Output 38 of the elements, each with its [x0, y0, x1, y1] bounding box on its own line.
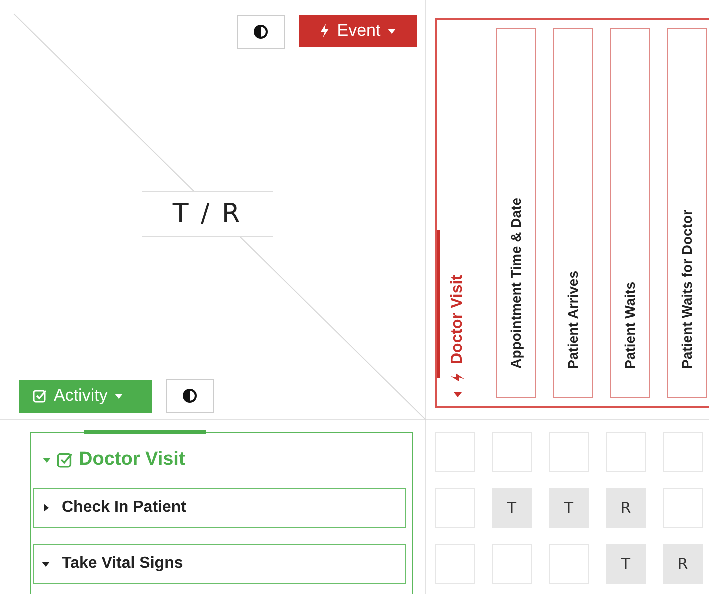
activity-item[interactable]: Take Vital Signs: [33, 544, 406, 584]
event-button[interactable]: Event: [299, 15, 417, 47]
matrix-cell[interactable]: [663, 432, 703, 472]
checkbox-icon: [57, 452, 73, 468]
caret-down-icon: [42, 560, 50, 568]
activity-item[interactable]: Check In Patient: [33, 488, 406, 528]
event-group-header[interactable]: Doctor Visit: [449, 260, 467, 398]
caret-down-icon: [114, 394, 123, 398]
matrix-cell[interactable]: T: [549, 488, 589, 528]
caret-down-icon: [388, 28, 396, 34]
matrix-cell[interactable]: [549, 544, 589, 584]
event-column-header[interactable]: Patient Waits: [610, 28, 650, 398]
event-column-header[interactable]: Patient Waits for Doctor: [667, 28, 707, 398]
matrix-cell[interactable]: [663, 488, 703, 528]
matrix-cell[interactable]: T: [606, 544, 646, 584]
caret-right-icon: [42, 504, 50, 512]
matrix-cell[interactable]: [435, 488, 475, 528]
contrast-icon: [183, 389, 197, 403]
matrix-cell[interactable]: T: [492, 488, 532, 528]
contrast-icon: [254, 25, 268, 39]
lightning-icon: [451, 372, 465, 382]
matrix-cell[interactable]: [435, 432, 475, 472]
matrix-cell[interactable]: R: [663, 544, 703, 584]
matrix-cell[interactable]: R: [606, 488, 646, 528]
caret-down-icon: [454, 390, 462, 398]
contrast-button[interactable]: [166, 379, 214, 413]
lightning-icon: [320, 24, 330, 38]
corner-label: T / R: [142, 191, 273, 237]
checkbox-icon: [33, 389, 47, 403]
contrast-button[interactable]: [237, 15, 285, 49]
matrix-cell[interactable]: [549, 432, 589, 472]
matrix-cell[interactable]: [435, 544, 475, 584]
matrix-cell[interactable]: [492, 544, 532, 584]
caret-down-icon: [43, 456, 51, 464]
matrix-cell[interactable]: [492, 432, 532, 472]
event-column-header[interactable]: Appointment Time & Date: [496, 28, 536, 398]
event-column-header[interactable]: Patient Arrives: [553, 28, 593, 398]
matrix-cell[interactable]: [606, 432, 646, 472]
